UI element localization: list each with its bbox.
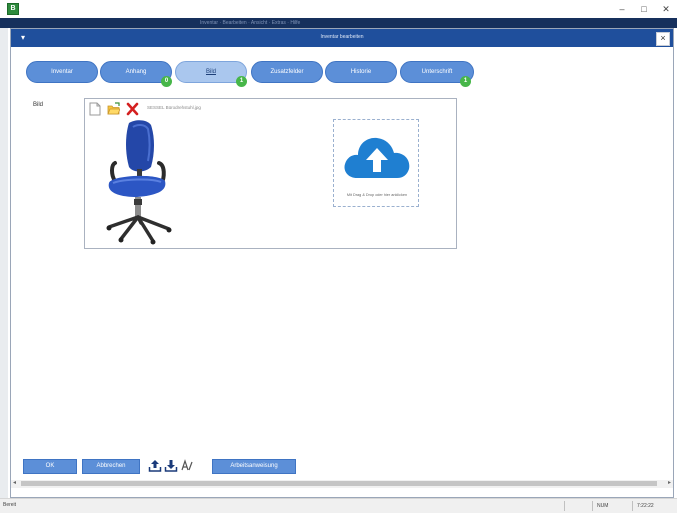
cancel-button[interactable]: Abbrechen <box>82 459 140 474</box>
scroll-left-icon[interactable]: ◂ <box>13 479 16 486</box>
scrollbar-thumb[interactable] <box>21 481 657 486</box>
tab-zusatzfelder[interactable]: Zusatzfelder <box>251 61 323 83</box>
tab-historie[interactable]: Historie <box>325 61 397 83</box>
image-filename: SESSEL Bürodrehstuhl.jpg <box>147 105 201 110</box>
download-icon[interactable] <box>164 458 178 473</box>
status-clock: 7:22:22 <box>632 501 674 511</box>
upload-icon[interactable] <box>148 458 162 473</box>
status-num-lock: NUM <box>592 501 628 511</box>
image-field: SESSEL Bürodrehstuhl.jpg Mit Drag & Drop… <box>84 98 457 249</box>
image-field-label: Bild <box>33 102 44 108</box>
dialog-header: ▾ Inventar bearbeiten × <box>11 29 673 47</box>
office-chair-image <box>106 120 172 245</box>
minimize-button[interactable]: – <box>612 2 632 16</box>
open-folder-icon[interactable] <box>107 102 120 116</box>
status-bar: Bereit NUM 7:22:22 <box>0 498 677 513</box>
tab-label: Unterschrift <box>421 69 453 75</box>
background-menubar-text: Inventar · Bearbeiten · Ansicht · Extras… <box>200 20 301 26</box>
background-panel <box>0 28 8 498</box>
tab-unterschrift[interactable]: Unterschrift 1 <box>400 61 474 87</box>
status-cell-empty <box>564 501 588 511</box>
maximize-button[interactable]: □ <box>634 2 654 16</box>
inventar-dialog: ▾ Inventar bearbeiten × Inventar Anhang … <box>10 28 674 498</box>
scroll-right-icon[interactable]: ▸ <box>668 479 671 486</box>
delete-image-icon[interactable] <box>126 102 139 116</box>
new-document-icon[interactable] <box>88 102 101 116</box>
tab-label: Historie <box>350 69 372 75</box>
tab-label: Inventar <box>51 69 73 75</box>
background-menubar: Inventar · Bearbeiten · Ansicht · Extras… <box>0 18 677 28</box>
image-upload-dropzone[interactable]: Mit Drag & Drop oder hier anklicken <box>333 119 419 207</box>
tab-count-badge: 1 <box>236 76 247 87</box>
tab-count-badge: 1 <box>460 76 471 87</box>
tab-bild[interactable]: Bild 1 <box>175 61 247 87</box>
cloud-upload-icon <box>344 137 410 178</box>
tab-anhang[interactable]: Anhang 0 <box>100 61 172 87</box>
upload-hint: Mit Drag & Drop oder hier anklicken <box>346 193 408 197</box>
horizontal-scrollbar[interactable]: ◂ ▸ <box>11 480 673 488</box>
dialog-title: Inventar bearbeiten <box>320 34 364 40</box>
app-icon: B <box>7 3 19 15</box>
tab-count-badge: 0 <box>161 76 172 87</box>
window-close-button[interactable]: ✕ <box>656 2 676 16</box>
ok-button[interactable]: OK <box>23 459 77 474</box>
window-titlebar: B – □ ✕ <box>0 0 677 18</box>
text-format-icon[interactable] <box>180 458 194 473</box>
status-text: Bereit <box>3 502 17 508</box>
tab-label: Zusatzfelder <box>270 69 304 75</box>
dialog-close-button[interactable]: × <box>656 32 670 46</box>
tab-inventar[interactable]: Inventar <box>26 61 98 83</box>
tab-label: Bild <box>205 69 216 75</box>
tab-label: Anhang <box>125 69 147 75</box>
work-instruction-button[interactable]: Arbeitsanweisung <box>212 459 296 474</box>
